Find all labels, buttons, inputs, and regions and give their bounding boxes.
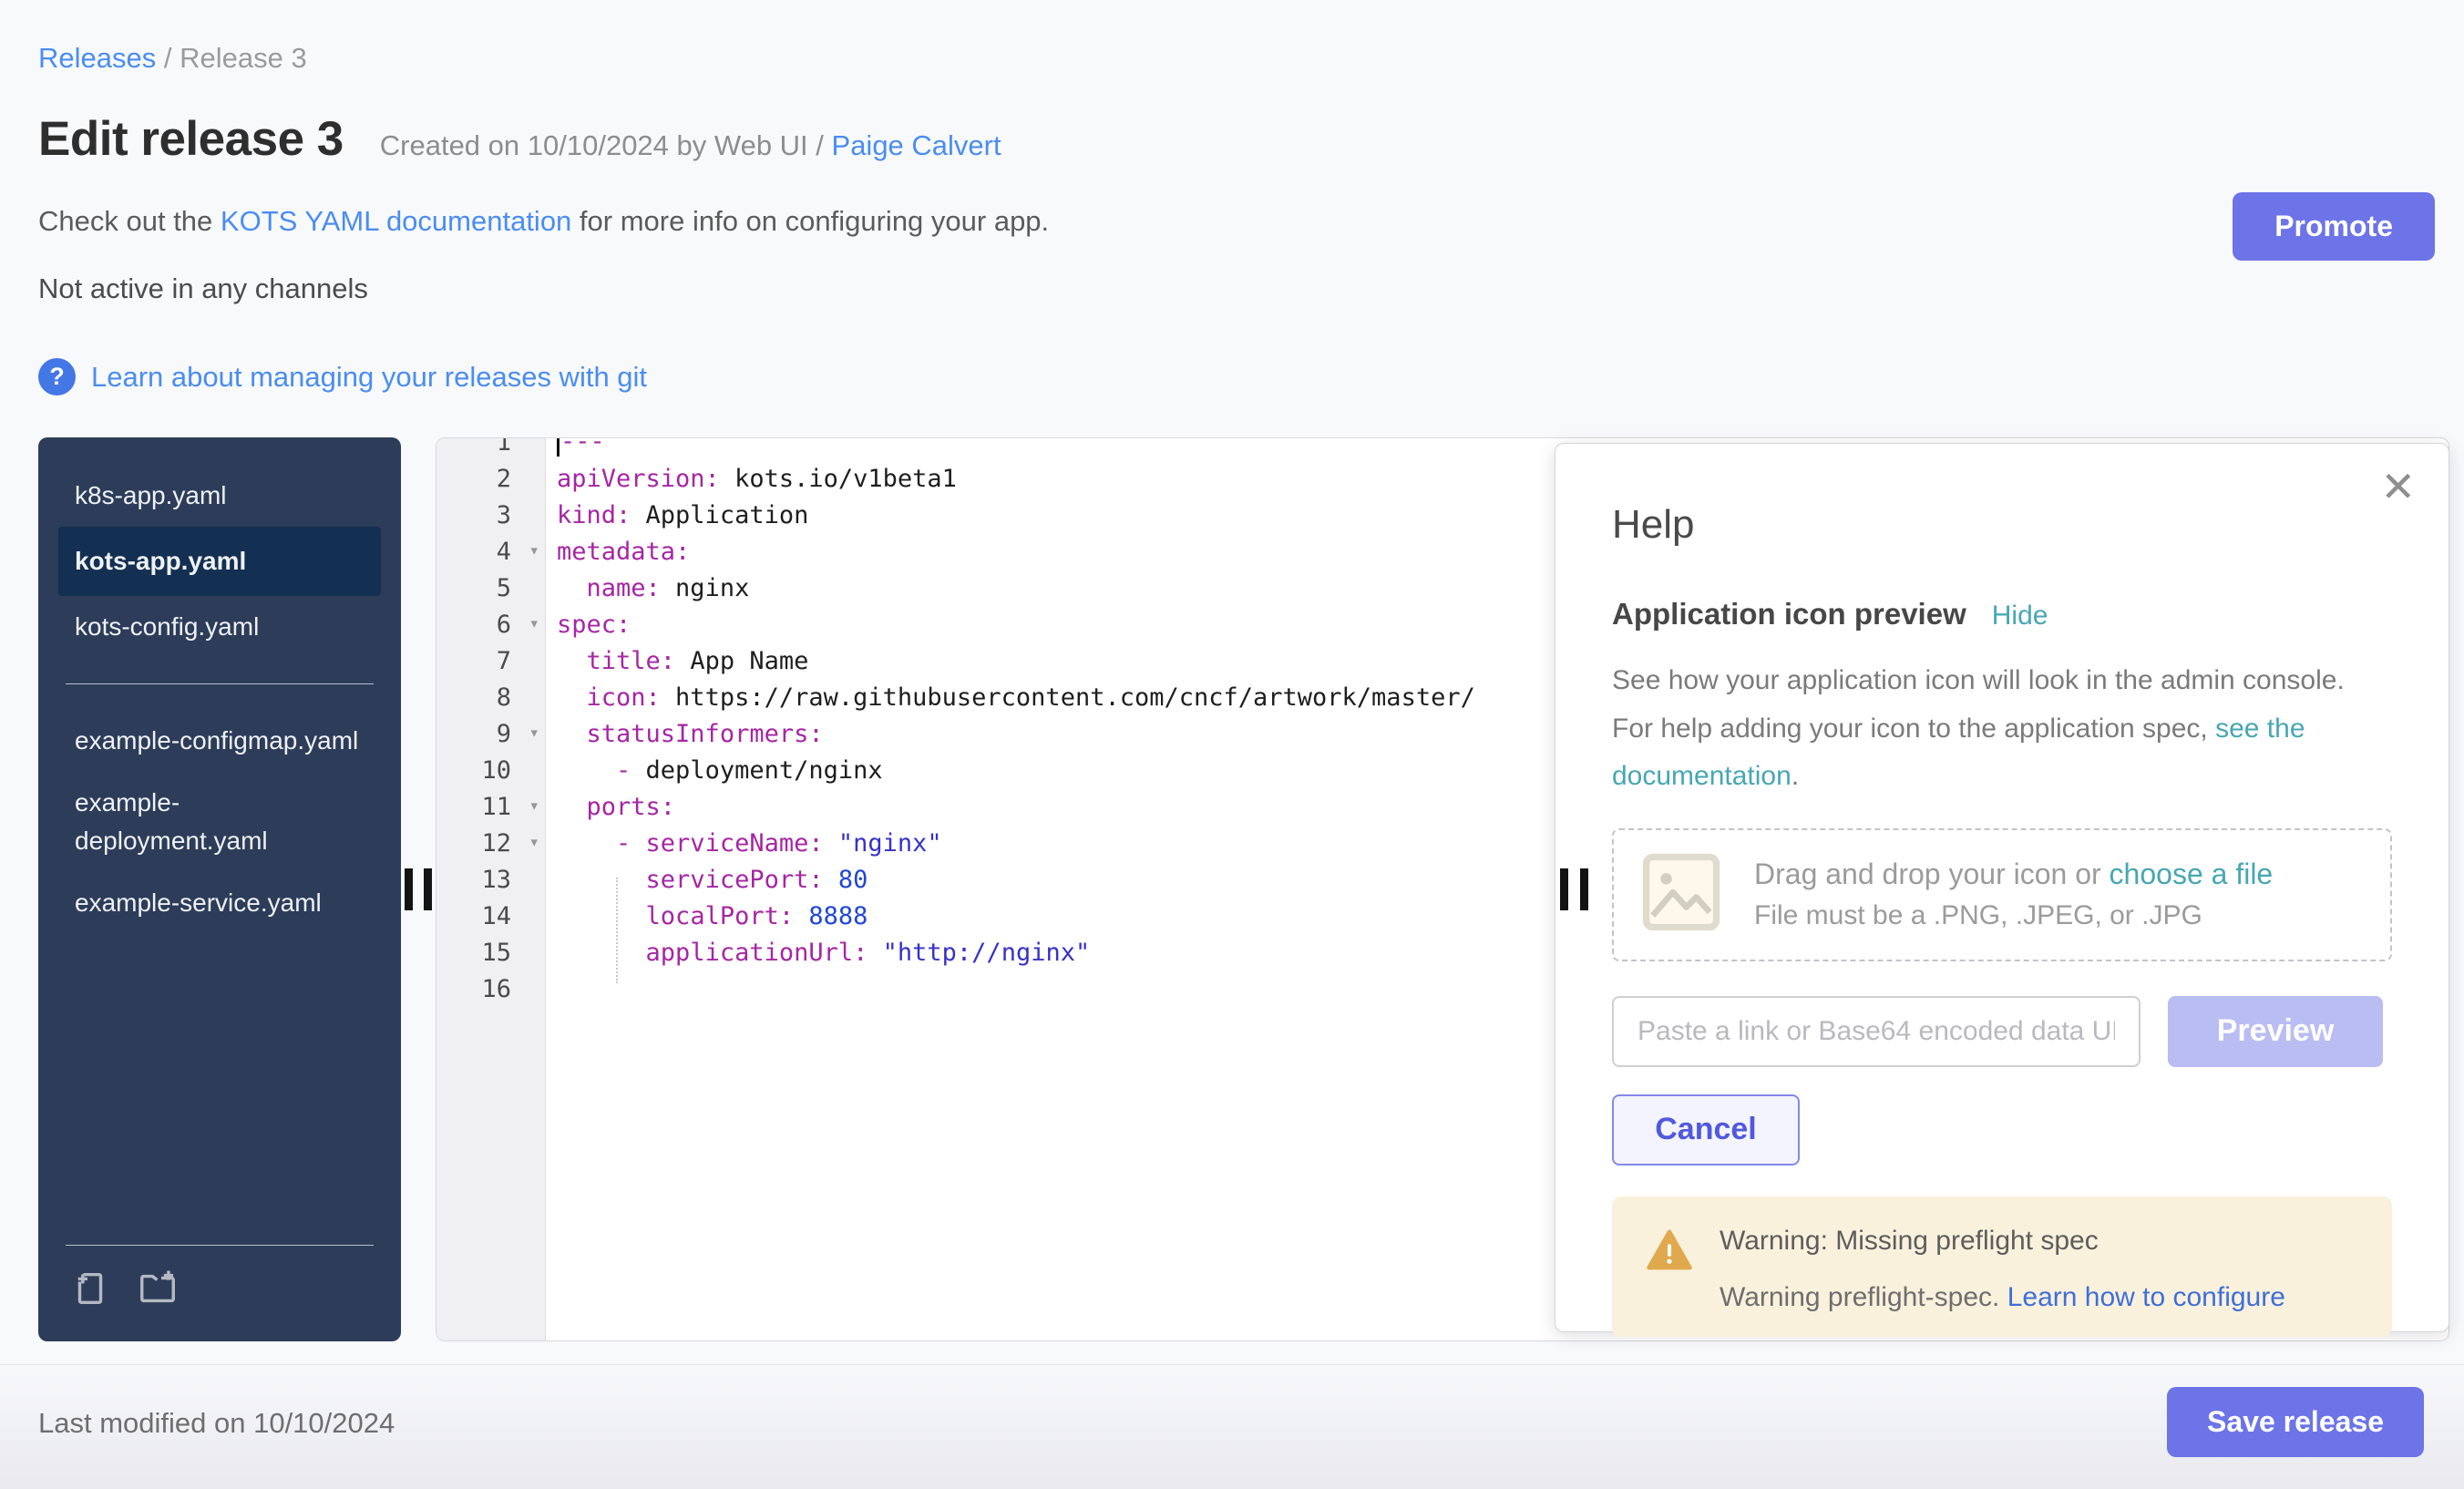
breadcrumb: Releases / Release 3: [0, 0, 2464, 75]
breadcrumb-link-releases[interactable]: Releases: [38, 42, 156, 74]
file-tree-list: k8s-app.yamlkots-app.yamlkots-config.yam…: [58, 465, 381, 934]
fold-arrow-icon[interactable]: ▾: [529, 613, 539, 633]
hide-link[interactable]: Hide: [1992, 601, 2048, 632]
kots-yaml-docs-link[interactable]: KOTS YAML documentation: [221, 205, 571, 237]
line-number: 5: [436, 574, 546, 602]
breadcrumb-current: Release 3: [180, 42, 307, 74]
help-description: See how your application icon will look …: [1612, 657, 2392, 801]
cancel-button[interactable]: Cancel: [1612, 1094, 1800, 1166]
code-text: kind: Application: [546, 501, 808, 529]
splitter-bar: [424, 868, 432, 910]
created-text: Created on 10/10/2024 by Web UI /: [380, 129, 832, 161]
code-text: ---: [546, 437, 605, 457]
file-item-kots-config.yaml[interactable]: kots-config.yaml: [58, 596, 381, 658]
page-title: Edit release 3: [38, 111, 344, 167]
line-number: 3: [436, 501, 546, 529]
add-folder-icon[interactable]: [137, 1268, 179, 1314]
file-tree-footer: [58, 1245, 381, 1318]
code-text: servicePort: 80: [546, 866, 868, 894]
code-text: icon: https://raw.githubusercontent.com/…: [546, 683, 1475, 712]
file-tree-divider: [66, 683, 374, 684]
line-number: 15: [436, 939, 546, 967]
docs-text-suffix: for more info on configuring your app.: [571, 205, 1049, 237]
dropzone-filetypes: File must be a .PNG, .JPEG, or .JPG: [1754, 900, 2273, 931]
icon-preview-title: Application icon preview: [1612, 597, 1966, 632]
code-text: title: App Name: [546, 647, 808, 675]
last-modified-text: Last modified on 10/10/2024: [38, 1407, 395, 1439]
line-number: 16: [436, 975, 546, 1003]
main-split: k8s-app.yamlkots-app.yamlkots-config.yam…: [0, 437, 2464, 1341]
code-text: localPort: 8888: [546, 902, 868, 930]
title-row: Edit release 3 Created on 10/10/2024 by …: [0, 111, 2464, 167]
line-number: 1: [436, 437, 546, 457]
channel-status: Not active in any channels: [0, 272, 2464, 305]
warning-title: Warning: Missing preflight spec: [1720, 1226, 2285, 1257]
file-item-example-deployment.yaml[interactable]: example-deployment.yaml: [58, 772, 381, 872]
warning-triangle-icon: [1645, 1226, 1694, 1313]
help-description-period: .: [1792, 761, 1799, 791]
dropzone-text: Drag and drop your icon or: [1754, 857, 2110, 890]
preflight-warning: Warning: Missing preflight spec Warning …: [1612, 1196, 2392, 1337]
file-item-example-configmap.yaml[interactable]: example-configmap.yaml: [58, 710, 381, 772]
promote-button[interactable]: Promote: [2233, 192, 2435, 261]
code-text: name: nginx: [546, 574, 749, 602]
line-number: 12▾: [436, 829, 546, 857]
file-tree: k8s-app.yamlkots-app.yamlkots-config.yam…: [38, 437, 401, 1341]
splitter-bar: [405, 868, 413, 910]
line-number: 2: [436, 465, 546, 493]
close-icon[interactable]: ✕: [2380, 466, 2416, 508]
code-text: apiVersion: kots.io/v1beta1: [546, 465, 957, 493]
line-number: 10: [436, 756, 546, 785]
code-text: ports:: [546, 793, 675, 821]
help-title: Help: [1612, 502, 2392, 548]
help-panel: ✕ Help Application icon preview Hide See…: [1555, 443, 2449, 1332]
preview-button[interactable]: Preview: [2168, 996, 2383, 1067]
breadcrumb-separator: /: [156, 42, 180, 74]
splitter-bar: [1560, 868, 1568, 910]
fold-arrow-icon[interactable]: ▾: [529, 723, 539, 743]
file-item-kots-app.yaml[interactable]: kots-app.yaml: [58, 527, 381, 596]
git-releases-link[interactable]: Learn about managing your releases with …: [91, 361, 647, 394]
learn-configure-link[interactable]: Learn how to configure: [2007, 1282, 2285, 1312]
code-text: applicationUrl: "http://nginx": [546, 939, 1090, 967]
docs-text-prefix: Check out the: [38, 205, 221, 237]
icon-dropzone[interactable]: Drag and drop your icon or choose a file…: [1612, 828, 2392, 961]
fold-arrow-icon[interactable]: ▾: [529, 796, 539, 816]
line-number: 8: [436, 683, 546, 712]
image-placeholder-icon: [1641, 852, 1721, 937]
text-cursor: [557, 437, 560, 457]
add-file-icon[interactable]: [69, 1268, 111, 1314]
docs-row: Check out the KOTS YAML documentation fo…: [0, 205, 2464, 238]
line-number: 11▾: [436, 793, 546, 821]
code-text: - serviceName: "nginx": [546, 829, 942, 857]
save-release-button[interactable]: Save release: [2167, 1387, 2424, 1457]
line-number: 9▾: [436, 720, 546, 748]
indent-guide: [616, 878, 618, 983]
question-circle-icon[interactable]: ?: [38, 358, 76, 395]
line-number: 14: [436, 902, 546, 930]
file-tree-footer-divider: [66, 1245, 374, 1246]
warning-text: Warning preflight-spec.: [1720, 1282, 2007, 1312]
file-item-example-service.yaml[interactable]: example-service.yaml: [58, 872, 381, 934]
fold-arrow-icon[interactable]: ▾: [529, 540, 539, 560]
code-text: spec:: [546, 611, 631, 639]
splitter-bar: [1580, 868, 1588, 910]
footer: Last modified on 10/10/2024 Save release: [0, 1364, 2464, 1489]
file-item-k8s-app.yaml[interactable]: k8s-app.yaml: [58, 465, 381, 527]
line-number: 4▾: [436, 538, 546, 566]
code-text: metadata:: [546, 538, 690, 566]
left-splitter-handle[interactable]: [401, 437, 436, 1341]
created-info: Created on 10/10/2024 by Web UI / Paige …: [380, 129, 1001, 162]
line-number: 13: [436, 866, 546, 894]
line-number: 7: [436, 647, 546, 675]
code-text: - deployment/nginx: [546, 756, 883, 785]
icon-url-input[interactable]: [1612, 996, 2141, 1067]
right-splitter-handle[interactable]: [1560, 868, 1588, 910]
code-text: statusInformers:: [546, 720, 824, 748]
git-help-row: ? Learn about managing your releases wit…: [0, 358, 2464, 395]
fold-arrow-icon[interactable]: ▾: [529, 832, 539, 852]
created-by-link[interactable]: Paige Calvert: [832, 129, 1001, 161]
choose-file-link[interactable]: choose a file: [2110, 857, 2274, 890]
line-number: 6▾: [436, 611, 546, 639]
